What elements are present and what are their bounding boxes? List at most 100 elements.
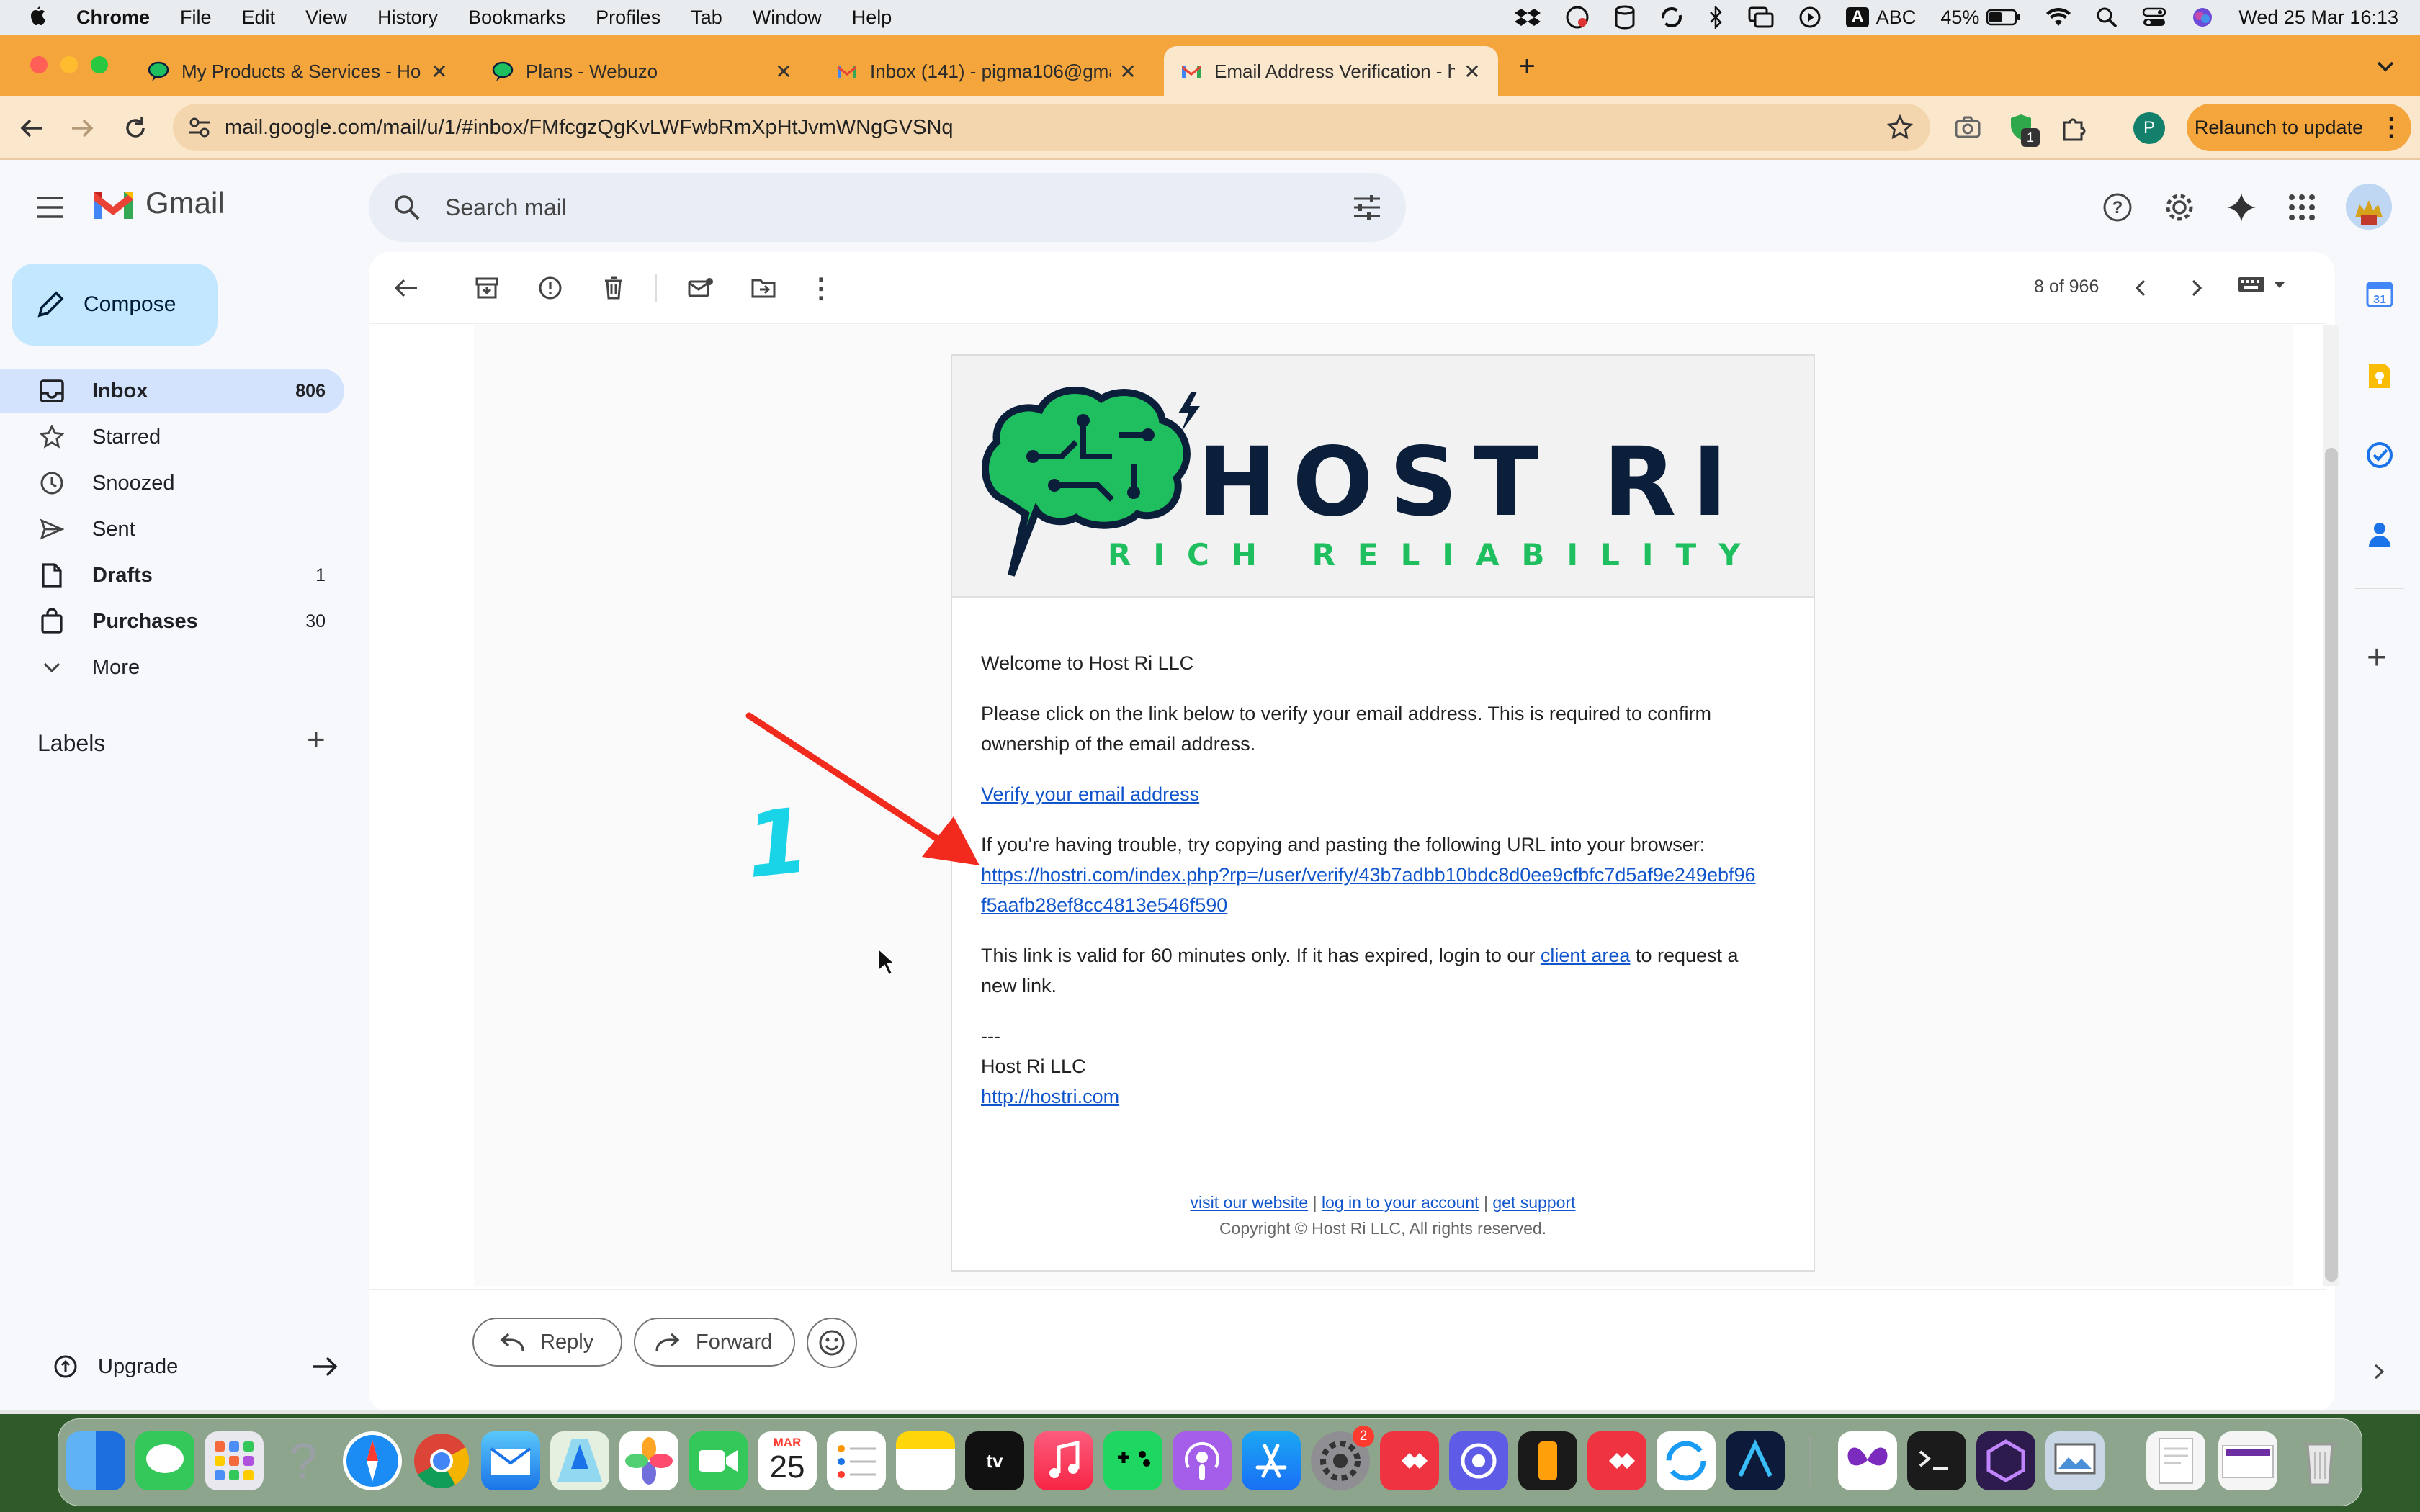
site-info-icon[interactable] (187, 115, 212, 140)
menu-edit[interactable]: Edit (242, 6, 276, 29)
apple-icon[interactable] (27, 6, 48, 29)
gmail-logo[interactable]: Gmail (91, 186, 225, 220)
dock-game-app-icon[interactable] (1103, 1431, 1162, 1490)
tab-close-icon[interactable]: ✕ (429, 60, 449, 84)
footer-support-link[interactable]: get support (1492, 1193, 1575, 1212)
report-spam-icon[interactable] (534, 272, 566, 304)
dock-chrome-icon[interactable] (412, 1431, 471, 1490)
tab-gmail-inbox[interactable]: Inbox (141) - pigma106@gma ✕ (820, 46, 1154, 96)
play-icon[interactable] (1798, 6, 1821, 29)
tab-my-products[interactable]: My Products & Services - Ho ✕ (131, 46, 465, 96)
verification-url-link[interactable]: https://hostri.com/index.php?rp=/user/ve… (981, 864, 1756, 886)
get-addons-plus-icon[interactable]: + (2367, 641, 2387, 675)
move-to-folder-icon[interactable] (748, 272, 779, 304)
menu-view[interactable]: View (305, 6, 347, 29)
menu-window[interactable]: Window (753, 6, 822, 29)
siri-icon[interactable] (2191, 6, 2214, 29)
back-to-inbox-icon[interactable] (390, 272, 422, 304)
google-apps-grid-icon[interactable] (2287, 193, 2316, 222)
profile-avatar[interactable]: P (2133, 112, 2165, 144)
window-zoom-button[interactable] (91, 56, 108, 73)
sync-icon[interactable] (1660, 6, 1683, 29)
dock-anydesk-alt-icon[interactable] (1587, 1431, 1646, 1490)
relaunch-to-update-button[interactable]: Relaunch to update ⋮ (2187, 104, 2411, 151)
dock-finder-icon[interactable] (66, 1431, 125, 1490)
creative-cloud-icon[interactable] (1565, 5, 1590, 30)
dock-recent-screenshot-icon[interactable] (2218, 1431, 2277, 1490)
more-options-icon[interactable]: ⋮ (805, 272, 837, 304)
screen-mirroring-icon[interactable] (1748, 6, 1774, 28)
dock-calendar-icon[interactable]: MAR 25 (758, 1431, 817, 1490)
dock-facetime-icon[interactable] (689, 1431, 748, 1490)
google-calendar-icon[interactable]: 31 (2365, 279, 2394, 308)
dock-unknown-app-icon[interactable]: ? (274, 1431, 333, 1490)
nav-more[interactable]: More (0, 645, 344, 690)
nav-sent[interactable]: Sent (0, 507, 344, 552)
upgrade-button[interactable]: Upgrade (29, 1345, 339, 1388)
tab-close-icon[interactable]: ✕ (1118, 60, 1138, 84)
forward-arrow-icon[interactable] (69, 115, 95, 141)
back-arrow-icon[interactable] (19, 115, 45, 141)
help-icon[interactable]: ? (2102, 192, 2133, 223)
google-contacts-icon[interactable] (2367, 520, 2393, 549)
database-icon[interactable] (1614, 5, 1636, 30)
dock-mail-icon[interactable] (481, 1431, 540, 1490)
tab-plans-webuzo[interactable]: Plans - Webuzo ✕ (475, 46, 810, 96)
dock-recent-document-icon[interactable] (2146, 1431, 2205, 1490)
dock-anydesk-icon[interactable] (1380, 1431, 1439, 1490)
extensions-puzzle-icon[interactable] (2060, 114, 2087, 141)
dock-maps-icon[interactable] (550, 1431, 609, 1490)
bluetooth-icon[interactable] (1708, 6, 1724, 29)
dropbox-icon[interactable] (1515, 6, 1541, 28)
show-side-panel-chevron-icon[interactable] (2370, 1362, 2388, 1381)
dock-music-icon[interactable] (1034, 1431, 1093, 1490)
compose-button[interactable]: Compose (12, 264, 218, 346)
control-center-icon[interactable] (2142, 6, 2166, 28)
wifi-icon[interactable] (2045, 7, 2071, 27)
nav-starred[interactable]: Starred (0, 415, 344, 459)
dock-podcasts-icon[interactable] (1173, 1431, 1232, 1490)
menu-file[interactable]: File (180, 6, 212, 29)
client-area-link[interactable]: client area (1541, 945, 1631, 966)
reply-button[interactable]: Reply (472, 1318, 622, 1367)
account-avatar[interactable] (2345, 183, 2393, 230)
dock-safari-icon[interactable] (343, 1431, 402, 1490)
google-tasks-icon[interactable] (2365, 441, 2394, 469)
verification-url-link-continued[interactable]: f5aafb28ef8cc4813e546f590 (981, 894, 1227, 916)
dock-butterfly-app-icon[interactable] (1838, 1431, 1897, 1490)
input-tools-keyboard-icon[interactable] (2237, 275, 2286, 294)
menu-help[interactable]: Help (852, 6, 892, 29)
spotlight-search-icon[interactable] (2096, 6, 2118, 28)
dock-terminal-icon[interactable] (1907, 1431, 1966, 1490)
delete-trash-icon[interactable] (598, 272, 629, 304)
footer-visit-website-link[interactable]: visit our website (1191, 1193, 1309, 1212)
emoji-reaction-button[interactable] (807, 1318, 857, 1368)
verify-email-link[interactable]: Verify your email address (981, 783, 1199, 805)
message-scrollbar-thumb[interactable] (2325, 448, 2338, 1282)
dock-system-settings-icon[interactable]: 2 (1311, 1426, 1374, 1490)
settings-gear-icon[interactable] (2164, 192, 2195, 223)
dock-apple-tv-icon[interactable]: tv (965, 1431, 1024, 1490)
window-close-button[interactable] (30, 56, 48, 73)
menubar-clock[interactable]: Wed 25 Mar 16:13 (2238, 6, 2398, 29)
menu-tab[interactable]: Tab (691, 6, 722, 29)
menu-bookmarks[interactable]: Bookmarks (468, 6, 565, 29)
dock-artstudio-icon[interactable] (1726, 1431, 1785, 1490)
nav-snoozed[interactable]: Snoozed (0, 461, 344, 505)
dock-messages-icon[interactable] (135, 1431, 194, 1490)
forward-button[interactable]: Forward (634, 1318, 795, 1367)
dock-photos-icon[interactable] (619, 1431, 678, 1490)
tab-search-chevron-icon[interactable] (2374, 55, 2397, 78)
dock-launchpad-icon[interactable] (205, 1431, 264, 1490)
extension-shield-icon[interactable]: 1 (2007, 112, 2040, 147)
battery-status[interactable]: 45% (1940, 6, 2021, 29)
main-menu-hamburger-icon[interactable] (36, 194, 65, 220)
older-chevron-right-icon[interactable] (2187, 278, 2207, 298)
search-mail-bar[interactable]: Search mail (369, 173, 1406, 242)
dock-trash-icon[interactable] (2290, 1431, 2349, 1490)
window-minimize-button[interactable] (60, 56, 78, 73)
search-icon[interactable] (393, 194, 421, 221)
dock-iphone-mirroring-icon[interactable] (1518, 1431, 1577, 1490)
dock-notes-icon[interactable] (896, 1431, 955, 1490)
dock-dev-tool-icon[interactable] (1976, 1431, 2035, 1490)
